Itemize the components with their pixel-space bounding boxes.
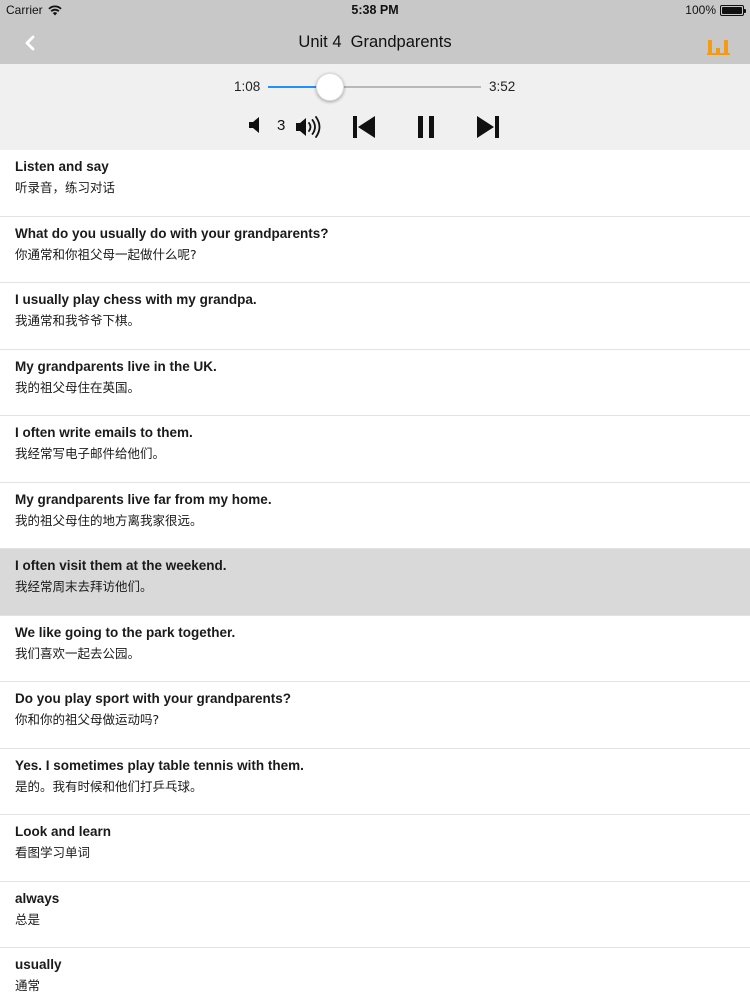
english-sentence: I often visit them at the weekend. (15, 558, 227, 573)
english-sentence: always (15, 890, 60, 906)
list-item[interactable]: My grandparents live far from my home. 我的… (0, 483, 750, 549)
nav-bar: Unit 4 Grandparents (0, 22, 750, 64)
chinese-translation: 是的。我有时候和他们打乒乓球。 (15, 778, 203, 794)
english-sentence: Listen and say (15, 159, 109, 174)
status-bar: Carrier 5:38 PM 100% (0, 0, 750, 22)
list-item[interactable]: Look and learn 看图学习单词 (0, 815, 750, 882)
battery-icon (720, 4, 746, 16)
sentence-list: Listen and say 听录音，练习对话 What do you usuall… (0, 150, 750, 1000)
english-sentence: Do you play sport with your grandparents… (15, 691, 292, 706)
status-right: 100% (685, 3, 746, 17)
list-item[interactable]: What do you usually do with your grandpa… (0, 217, 750, 283)
audio-player: 1:08 3:52 3 (0, 64, 750, 150)
list-item[interactable]: usually 通常 (0, 948, 750, 1000)
chinese-translation: 听录音，练习对话 (15, 180, 116, 195)
list-item[interactable]: I usually play chess with my grandpa. 我通常… (0, 283, 750, 350)
pause-button[interactable] (413, 113, 439, 146)
chinese-translation: 我经常写电子邮件给他们。 (15, 446, 166, 461)
chinese-translation: 我们喜欢一起去公园。 (15, 645, 141, 661)
list-item[interactable]: always 总是 (0, 882, 750, 948)
list-item[interactable]: I often visit them at the weekend. 我经常周末去… (0, 549, 750, 616)
speed-value: 3 (277, 117, 286, 134)
chinese-translation: 你通常和你祖父母一起做什么呢? (15, 246, 197, 262)
chinese-translation: 通常 (15, 978, 41, 993)
status-time: 5:38 PM (351, 3, 399, 17)
english-sentence: usually (15, 957, 62, 972)
progress-knob[interactable] (316, 73, 344, 101)
pause-icon (418, 116, 434, 138)
chinese-translation: 看图学习单词 (15, 845, 91, 860)
english-sentence: What do you usually do with your grandpa… (15, 225, 329, 241)
next-button[interactable] (474, 113, 502, 146)
current-time: 1:08 (234, 79, 261, 94)
playlist-button[interactable] (706, 34, 732, 56)
chinese-translation: 我的祖父母住在英国。 (15, 379, 141, 395)
list-item[interactable]: My grandparents live in the UK. 我的祖父母住在英国… (0, 350, 750, 416)
speaker-low-icon (249, 117, 259, 133)
english-sentence: Yes. I sometimes play table tennis with … (15, 757, 304, 773)
bar-chart-icon (707, 40, 730, 55)
chinese-translation: 你和你的祖父母做运动吗? (15, 712, 160, 727)
chinese-translation: 总是 (15, 911, 41, 927)
page-title: Unit 4 Grandparents (298, 33, 452, 51)
list-item[interactable]: Do you play sport with your grandparents… (0, 682, 750, 749)
speaker-high-icon (296, 116, 321, 138)
english-sentence: We like going to the park together. (15, 624, 236, 640)
english-sentence: I often write emails to them. (15, 425, 193, 440)
chinese-translation: 我通常和我爷爷下棋。 (15, 313, 141, 328)
volume-down-button[interactable] (246, 114, 266, 141)
list-item[interactable]: We like going to the park together. 我们喜欢一… (0, 616, 750, 682)
chinese-translation: 我的祖父母住的地方离我家很远。 (15, 512, 203, 528)
english-sentence: My grandparents live in the UK. (15, 358, 217, 374)
battery-percent: 100% (685, 3, 716, 17)
progress-slider[interactable] (268, 86, 481, 88)
list-item[interactable]: Listen and say 听录音，练习对话 (0, 150, 750, 217)
list-item[interactable]: I often write emails to them. 我经常写电子邮件给他们… (0, 416, 750, 483)
chinese-translation: 我经常周末去拜访他们。 (15, 579, 153, 594)
list-item[interactable]: Yes. I sometimes play table tennis with … (0, 749, 750, 815)
total-time: 3:52 (489, 79, 516, 94)
english-sentence: My grandparents live far from my home. (15, 491, 272, 507)
previous-button[interactable] (350, 113, 378, 146)
skip-next-icon (477, 116, 499, 138)
volume-up-button[interactable] (294, 114, 326, 145)
english-sentence: I usually play chess with my grandpa. (15, 292, 257, 307)
skip-previous-icon (353, 116, 375, 138)
english-sentence: Look and learn (15, 824, 112, 839)
